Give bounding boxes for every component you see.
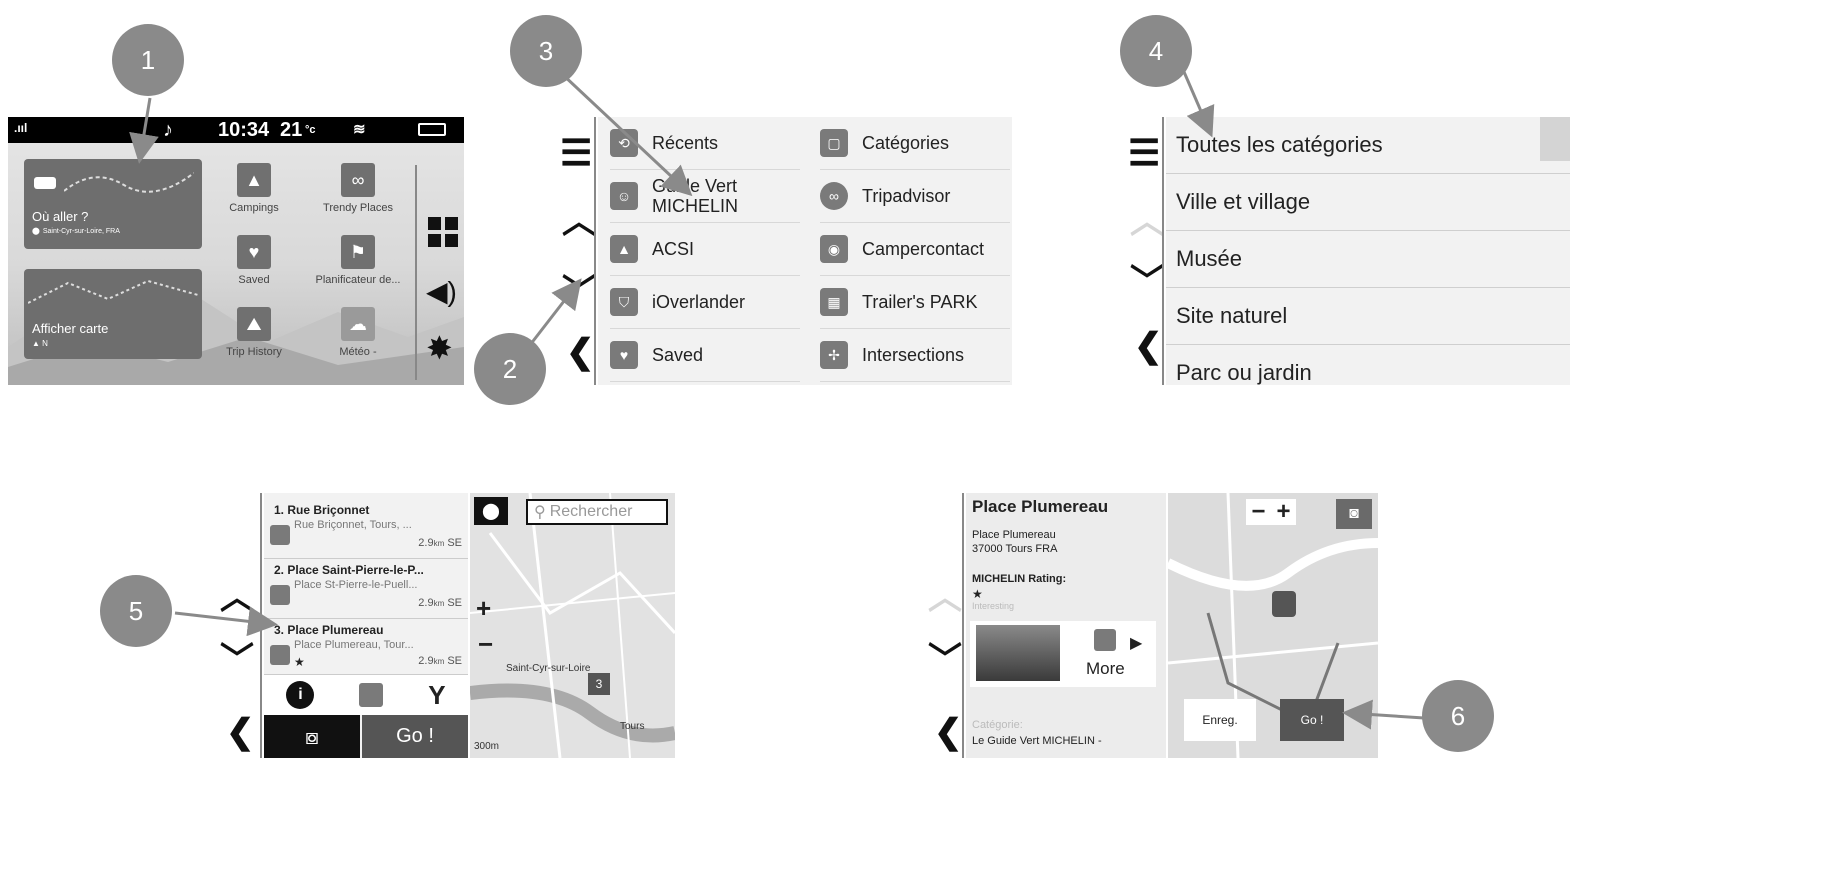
arrow-5 (174, 606, 278, 637)
arrow-1 (129, 97, 159, 164)
badge-number: 5 (128, 595, 144, 626)
step-badge-2: 2 (474, 333, 546, 405)
step-badge-5: 5 (100, 575, 172, 647)
step-badge-6: 6 (1422, 680, 1494, 752)
badge-number: 2 (502, 353, 518, 384)
badge-number: 3 (538, 35, 554, 66)
step-badge-1: 1 (112, 24, 184, 96)
step-badge-3: 3 (510, 15, 582, 87)
arrow-6 (1342, 699, 1425, 730)
step-badge-4: 4 (1120, 15, 1192, 87)
badge-number: 4 (1148, 35, 1164, 66)
arrow-2 (528, 278, 582, 346)
badge-number: 6 (1450, 700, 1466, 731)
annotation-arrows (129, 56, 1425, 730)
badge-number: 1 (140, 44, 156, 75)
